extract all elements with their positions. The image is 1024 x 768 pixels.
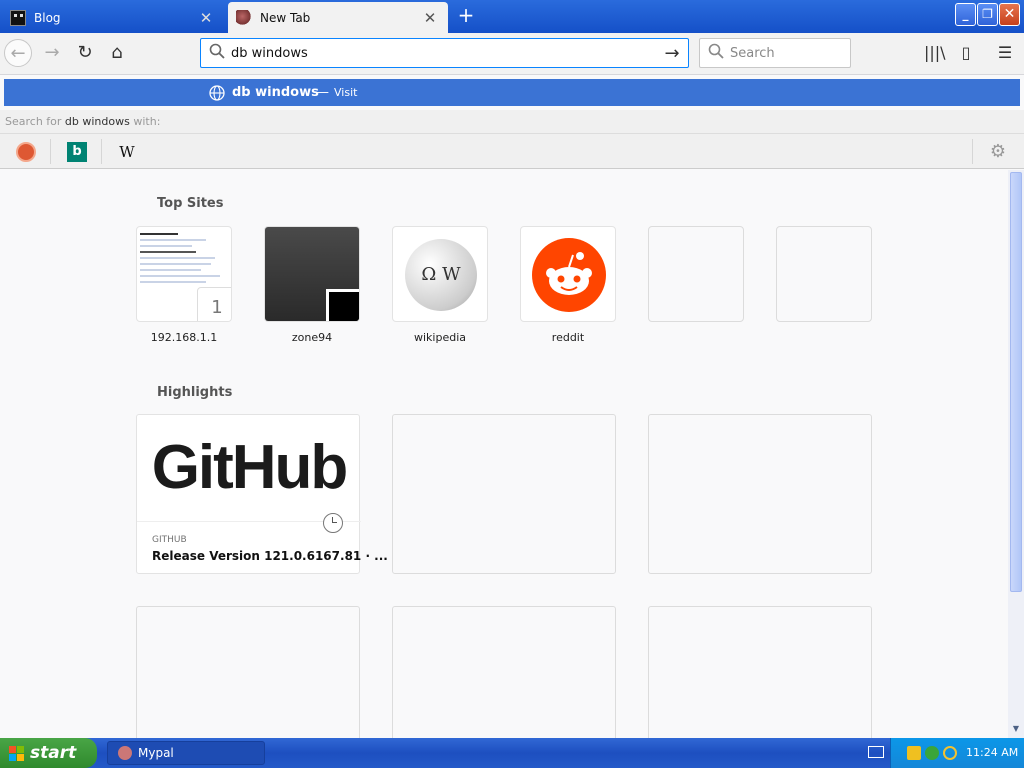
thumb-line (140, 251, 197, 253)
close-window-button[interactable]: ✕ (999, 3, 1020, 26)
one-off-search-engines: b W ⚙ (0, 134, 1024, 169)
keyboard-icon[interactable] (868, 746, 884, 758)
home-button[interactable]: ⌂ (103, 39, 131, 67)
thumb-line (140, 245, 192, 247)
thumb-line (140, 269, 202, 271)
tab-title: New Tab (260, 10, 311, 25)
start-label: start (30, 743, 77, 763)
search-tray-icon[interactable] (943, 746, 957, 760)
highlight-card[interactable]: GitHub GITHUB Release Version 121.0.6167… (136, 414, 388, 574)
library-icon[interactable]: |||\ (924, 43, 946, 63)
engine-separator (972, 139, 973, 164)
start-button[interactable]: start (0, 738, 97, 768)
top-site-label[interactable]: zone94 (252, 331, 372, 344)
wikipedia-globe-icon: Ω W (405, 239, 477, 311)
empty-top-site-tile[interactable] (776, 226, 872, 322)
network-icon[interactable] (925, 746, 939, 760)
highlight-title: Release Version 121.0.6167.81 · ... (152, 549, 388, 563)
thumb-line (140, 263, 211, 265)
blog-favicon-icon (10, 9, 26, 26)
empty-top-site-tile[interactable] (648, 226, 744, 322)
title-bar: Blog ✕ New Tab ✕ + _ ❐ ✕ (0, 0, 1024, 33)
empty-highlight-card (136, 606, 360, 738)
address-bar[interactable]: db windows → (200, 38, 689, 68)
menu-icon[interactable]: ☰ (995, 43, 1015, 63)
close-tab-icon[interactable]: ✕ (198, 9, 214, 27)
taskbar-app-mypal[interactable]: Mypal (107, 741, 265, 765)
mypal-icon (118, 746, 132, 760)
top-sites-heading: Top Sites (157, 196, 224, 211)
go-arrow-icon[interactable]: → (660, 43, 684, 64)
tab-blog[interactable]: Blog ✕ (2, 2, 224, 33)
forward-button[interactable]: → (38, 39, 66, 67)
reload-button[interactable]: ↻ (71, 39, 99, 67)
engine-separator (101, 139, 102, 164)
top-site-tile[interactable] (264, 226, 360, 322)
search-with-header: Search for db windows with: (0, 110, 1024, 134)
reddit-icon (532, 238, 606, 312)
top-site-tile[interactable] (520, 226, 616, 322)
address-input[interactable]: db windows (231, 46, 660, 61)
engine-separator (50, 139, 51, 164)
highlight-source: GITHUB (152, 535, 187, 545)
search-input[interactable]: Search (730, 46, 775, 61)
autocomplete-action: Visit (334, 86, 358, 99)
maximize-button[interactable]: ❐ (977, 3, 998, 26)
top-site-label[interactable]: reddit (508, 331, 628, 344)
wikipedia-icon[interactable]: W (117, 142, 137, 162)
new-tab-button[interactable]: + (456, 5, 476, 27)
clock-icon (323, 513, 343, 533)
close-tab-icon[interactable]: ✕ (422, 9, 438, 27)
back-button[interactable]: ← (4, 39, 32, 67)
tab-new-tab[interactable]: New Tab ✕ (228, 2, 448, 33)
page-thumbnail (137, 227, 231, 283)
bing-icon[interactable]: b (67, 142, 87, 162)
new-tab-page: Top Sites 1 192.168.1.1 zone94 Ω W wikip… (0, 170, 1008, 738)
autocomplete-title: db windows (232, 85, 319, 100)
vertical-scrollbar[interactable]: ▼ (1008, 170, 1024, 738)
tab-title: Blog (34, 10, 61, 25)
zone94-favicon-icon (326, 289, 359, 321)
autocomplete-result-row[interactable]: db windows — Visit (4, 79, 1020, 106)
search-with-prefix: Search for (5, 115, 62, 128)
thumb-line (140, 275, 220, 277)
search-with-suffix: with: (133, 115, 161, 128)
navigation-toolbar: ← → ↻ ⌂ db windows → Search |||\ ▯ ☰ (0, 33, 1024, 75)
search-bar[interactable]: Search (699, 38, 851, 68)
globe-icon (209, 84, 225, 101)
windows-flag-icon (8, 745, 25, 762)
autocomplete-dash: — (316, 85, 329, 100)
taskbar-app-label: Mypal (138, 746, 174, 760)
search-with-query: db windows (64, 115, 130, 128)
top-site-label[interactable]: 192.168.1.1 (124, 331, 244, 344)
newtab-favicon-icon (236, 9, 252, 26)
thumb-line (140, 281, 206, 283)
duckduckgo-icon[interactable] (16, 142, 36, 162)
highlights-heading: Highlights (157, 385, 233, 400)
minimize-button[interactable]: _ (955, 3, 976, 26)
security-shield-icon[interactable] (907, 746, 921, 760)
empty-highlight-card (648, 606, 872, 738)
sidebar-icon[interactable]: ▯ (956, 43, 976, 63)
thumb-line (140, 233, 178, 235)
top-site-label[interactable]: wikipedia (380, 331, 500, 344)
search-icon (209, 43, 225, 63)
empty-highlight-card (392, 414, 616, 574)
empty-highlight-card (392, 606, 616, 738)
scrollbar-thumb[interactable] (1010, 172, 1022, 592)
github-logo: GitHub (151, 433, 349, 502)
thumb-line (140, 257, 216, 259)
search-icon (708, 43, 724, 63)
top-site-tile[interactable]: Ω W (392, 226, 488, 322)
scroll-down-arrow-icon[interactable]: ▼ (1010, 722, 1022, 736)
top-site-tile[interactable]: 1 (136, 226, 232, 322)
thumb-line (140, 239, 206, 241)
system-tray: 11:24 AM (890, 738, 1024, 768)
site-badge: 1 (197, 287, 231, 321)
clock[interactable]: 11:24 AM (966, 746, 1018, 759)
empty-highlight-card (648, 414, 872, 574)
gear-icon[interactable]: ⚙ (988, 142, 1008, 162)
